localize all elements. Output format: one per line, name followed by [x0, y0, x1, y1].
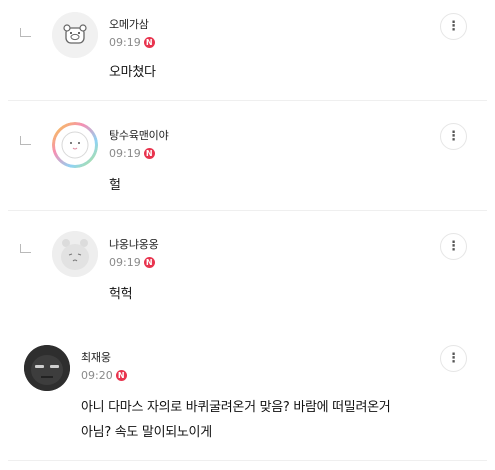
- kebab-menu-icon[interactable]: ⋮: [440, 233, 467, 260]
- comment-meta: 09:19 N: [109, 36, 155, 49]
- comment-text-line: 아님? 속도 말이되노이게: [81, 425, 212, 440]
- comment-time: 09:19: [109, 36, 141, 49]
- comment-item: 최재웅 09:20 N 아니 다마스 자의로 바퀴굴려온거 맞음? 바람에 떠밀…: [0, 324, 495, 470]
- author-nickname[interactable]: 오메가삼: [109, 16, 149, 32]
- kebab-menu-icon[interactable]: ⋮: [440, 123, 467, 150]
- comment-text: 오마쳤다: [109, 65, 156, 80]
- pig-character-avatar[interactable]: [52, 12, 98, 58]
- comment-text: 헐: [109, 178, 121, 193]
- comment-time: 09:20: [81, 369, 113, 382]
- rainbow-ring-cat-avatar[interactable]: [52, 122, 98, 168]
- reply-indicator-icon: [20, 136, 31, 145]
- comment-item: 오메가삼 09:19 N 오마쳤다 ⋮: [0, 0, 495, 101]
- comment-time: 09:19: [109, 147, 141, 160]
- author-nickname[interactable]: 탕수육맨이야: [109, 127, 169, 143]
- comment-time: 09:19: [109, 256, 141, 269]
- new-badge: N: [143, 148, 155, 159]
- comment-item: 냐옹냐옹옹 09:19 N 헉헉 ⋮: [0, 210, 495, 324]
- new-badge: N: [115, 370, 127, 381]
- author-nickname[interactable]: 최재웅: [81, 349, 111, 365]
- author-nickname[interactable]: 냐옹냐옹옹: [109, 236, 159, 252]
- reply-indicator-icon: [20, 28, 31, 37]
- kebab-menu-icon[interactable]: ⋮: [440, 13, 467, 40]
- sad-hamster-avatar[interactable]: [52, 231, 98, 277]
- kebab-menu-icon[interactable]: ⋮: [440, 345, 467, 372]
- comment-text: 헉헉: [109, 287, 133, 302]
- comment-item: 탕수육맨이야 09:19 N 헐 ⋮: [0, 100, 495, 211]
- new-badge: N: [143, 257, 155, 268]
- comment-list: 오메가삼 09:19 N 오마쳤다 ⋮ 탕수육맨이야 09:19 N 헐 ⋮ 냐…: [0, 0, 495, 470]
- comment-meta: 09:20 N: [81, 369, 127, 382]
- comment-divider: [8, 460, 487, 461]
- comment-text-line: 아니 다마스 자의로 바퀴굴려온거 맞음? 바람에 떠밀려온거: [81, 400, 391, 415]
- dark-face-avatar[interactable]: [24, 345, 70, 391]
- comment-meta: 09:19 N: [109, 147, 155, 160]
- reply-indicator-icon: [20, 244, 31, 253]
- new-badge: N: [143, 37, 155, 48]
- comment-meta: 09:19 N: [109, 256, 155, 269]
